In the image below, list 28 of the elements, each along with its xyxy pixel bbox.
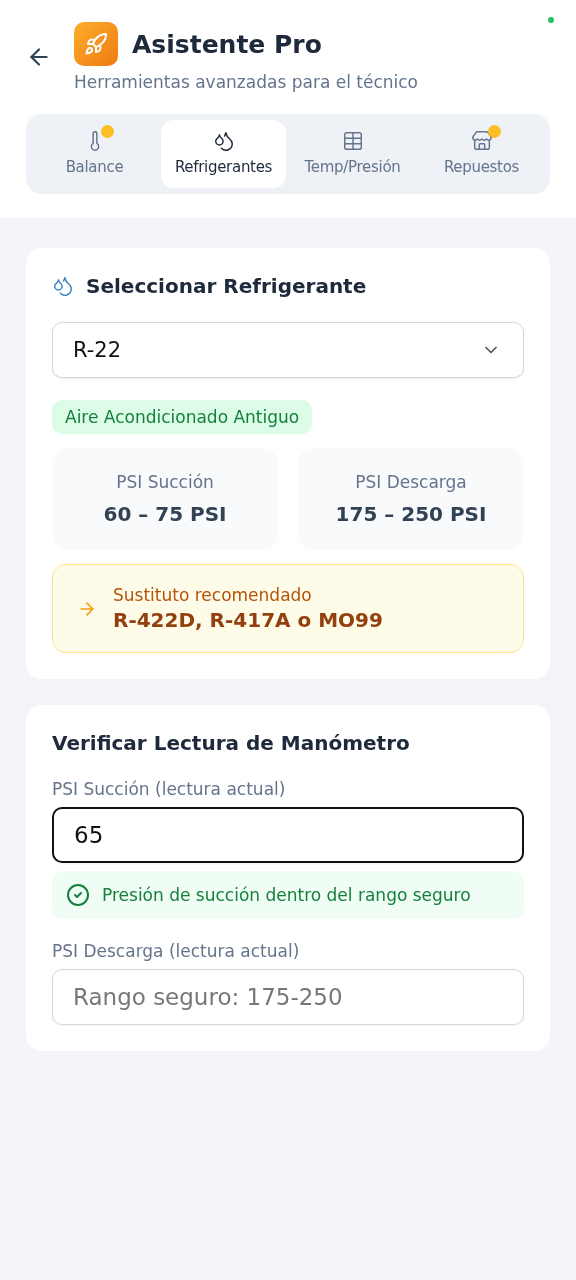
substitute-label: Sustituto recomendado bbox=[113, 585, 313, 605]
tab[interactable]: Refrigerantes bbox=[161, 120, 286, 188]
check-circle-icon bbox=[66, 883, 90, 907]
tab[interactable]: Temp/Presión bbox=[290, 120, 415, 188]
card-title: Verificar Lectura de Manómetro bbox=[52, 731, 410, 755]
app-subtitle: Herramientas avanzadas para el técnico bbox=[74, 72, 418, 92]
table-icon bbox=[341, 130, 364, 152]
droplets-icon bbox=[52, 275, 74, 297]
rocket-logo-icon bbox=[74, 22, 118, 66]
range-label: PSI Succión bbox=[116, 472, 214, 492]
store-icon bbox=[470, 130, 493, 152]
message-text: Presión de succión dentro del rango seguro bbox=[102, 885, 471, 905]
input-field[interactable]: Rango seguro: 175-250 bbox=[52, 969, 524, 1025]
field-label: PSI Succión (lectura actual) bbox=[52, 779, 287, 799]
range-value: 60 – 75 PSI bbox=[103, 502, 227, 526]
status-dot bbox=[548, 17, 554, 23]
refrigerant-select[interactable]: R-22 bbox=[52, 322, 524, 378]
field-label: PSI Descarga (lectura actual) bbox=[52, 941, 301, 961]
app-title: Asistente Pro bbox=[132, 29, 322, 59]
card-title: Seleccionar Refrigerante bbox=[86, 274, 367, 298]
range-value: 175 – 250 PSI bbox=[335, 502, 487, 526]
droplets-icon bbox=[212, 130, 235, 152]
substitute-value: R-422D, R-417A o MO99 bbox=[113, 608, 383, 632]
tab[interactable]: Repuestos bbox=[419, 120, 544, 188]
tab[interactable]: Balance bbox=[32, 120, 157, 188]
range-label: PSI Descarga bbox=[355, 472, 467, 492]
category-tag: Aire Acondicionado Antiguo bbox=[52, 400, 313, 434]
input-field[interactable]: 65 bbox=[52, 807, 524, 863]
